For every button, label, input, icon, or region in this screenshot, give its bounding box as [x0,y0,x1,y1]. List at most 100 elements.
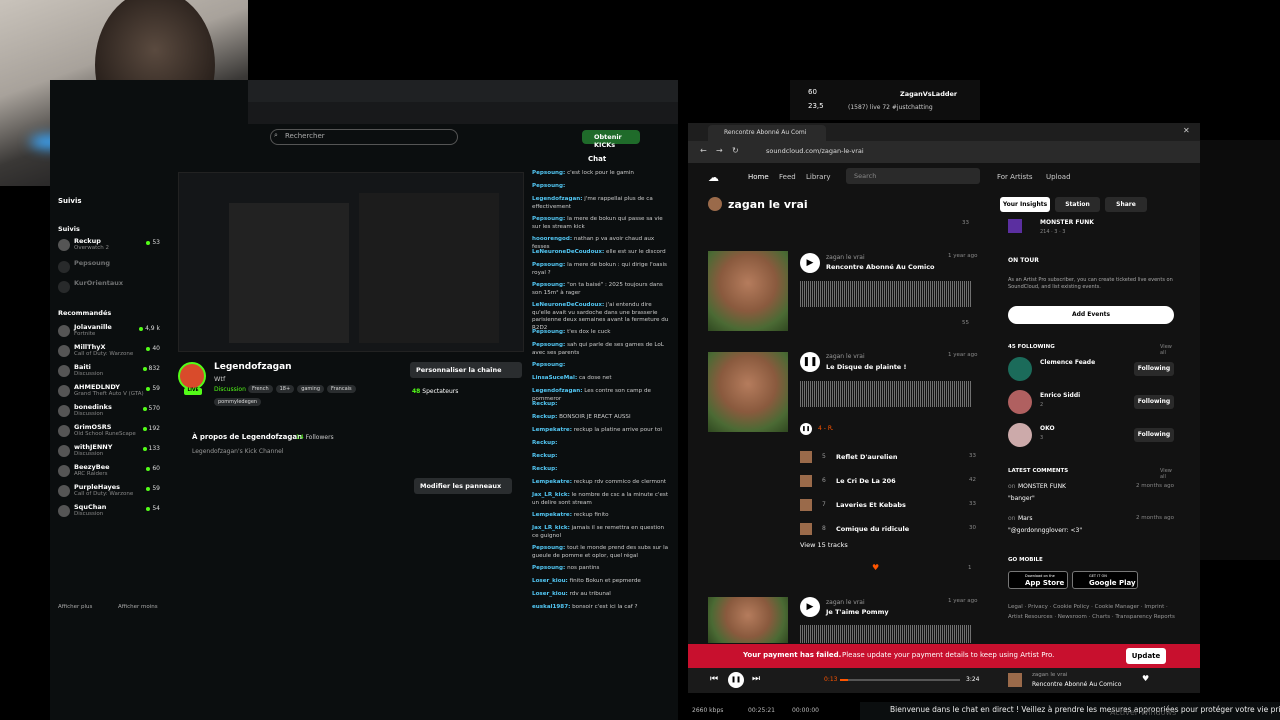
view-tracks-link[interactable]: View 15 tracks [800,541,848,549]
stream-preview[interactable] [178,172,524,352]
chat-username[interactable]: Legendofzagan: [532,388,582,394]
following-button[interactable]: Following [1134,428,1174,442]
chat-username[interactable]: Lempekatre: [532,479,572,485]
track-artwork[interactable] [708,352,788,432]
track-artwork[interactable] [708,251,788,331]
chat-username[interactable]: Reckup: [532,453,557,459]
sidebar-channel[interactable]: KurOrientaux [58,279,160,297]
close-icon[interactable]: ✕ [1183,126,1190,135]
comment-track-link[interactable]: MONSTER FUNK [1018,483,1066,490]
tag[interactable]: gaming [297,385,325,393]
search-input[interactable]: Rechercher [270,129,458,145]
chat-username[interactable]: hooorengod: [532,236,572,242]
app-store-button[interactable]: Download on the App Store [1008,571,1068,589]
following-header[interactable]: Suivis [58,197,82,205]
previous-icon[interactable]: ⏮ [710,674,718,684]
track-artist[interactable]: zagan le vrai [826,254,865,261]
sc-search-input[interactable]: Search [846,168,980,184]
heart-icon[interactable]: ♥ [872,563,879,572]
play-button[interactable]: ▶ [800,253,820,273]
sidebar-channel[interactable]: PurpleHayes Call of Duty: Warzone 59 [58,483,160,501]
chat-username[interactable]: Pepsoung: [532,183,565,189]
google-play-button[interactable]: GET IT ON Google Play [1072,571,1138,589]
chat-username[interactable]: Pepsoung: [532,362,565,368]
waveform[interactable] [800,625,972,643]
chat-username[interactable]: Pepsoung: [532,170,565,176]
playlist-item[interactable]: 8 Comique du ridicule 30 [800,523,976,537]
following-button[interactable]: Following [1134,362,1174,376]
waveform[interactable] [800,381,972,407]
playlist-item[interactable]: 7 Laveries Et Kebabs 33 [800,499,976,513]
track-artist[interactable]: zagan le vrai [826,353,865,360]
chat-username[interactable]: Lempekatre: [532,427,572,433]
show-more-link[interactable]: Afficher plus [58,604,92,610]
track-title[interactable]: Le Disque de plainte ! [826,363,906,371]
chat-username[interactable]: Reckup: [532,440,557,446]
sc-tab[interactable]: Rencontre Abonné Au Comi [708,125,826,141]
chat-username[interactable]: Pepsoung: [532,342,565,348]
sidebar-channel[interactable]: Pepsoung [58,259,160,277]
sidebar-channel[interactable]: AHMEDLNDY Grand Theft Auto V (GTA) 59 [58,383,160,401]
track-artwork[interactable] [708,597,788,643]
customize-channel-button[interactable]: Personnaliser la chaîne [410,362,522,378]
sidebar-channel[interactable]: BeezyBee ARC Raiders 60 [58,463,160,481]
sidebar-channel[interactable]: withJENNY Discussion 133 [58,443,160,461]
chat-username[interactable]: Reckup: [532,401,557,407]
sidebar-channel[interactable]: SquChan Discussion 54 [58,503,160,521]
playlist-item[interactable]: 5 Reflet D'aurelien 33 [800,451,976,465]
url-input[interactable]: soundcloud.com/zagan-le-vrai [766,147,864,155]
chat-username[interactable]: Pepsoung: [532,545,565,551]
chat-username[interactable]: Lempekatre: [532,512,572,518]
chat-username[interactable]: Pepsoung: [532,329,565,335]
tag[interactable]: Francais [327,385,356,393]
sidebar-channel[interactable]: Reckup Overwatch 2 53 [58,237,160,255]
mini-tab[interactable]: (1587) live 72 #justchatting [848,104,933,111]
share-button[interactable]: Share [1105,197,1147,212]
footer-links[interactable]: Legal · Privacy · Cookie Policy · Cookie… [1008,602,1178,622]
tag[interactable]: 18+ [275,385,295,393]
chat-username[interactable]: Pepsoung: [532,282,565,288]
station-button[interactable]: Station [1055,197,1100,212]
playlist-item[interactable]: 6 Le Cri De La 206 42 [800,475,976,489]
following-item[interactable]: OKO 3 Following [1008,423,1174,447]
waveform[interactable] [800,281,972,307]
like-icon[interactable]: ♥ [1142,674,1149,683]
get-kicks-button[interactable]: Obtenir KICKs [582,130,640,149]
comment-track-link[interactable]: Mars [1018,515,1032,522]
now-playing-title[interactable]: Rencontre Abonné Au Comico [1032,681,1121,688]
soundcloud-logo-icon[interactable]: ☁ [708,171,719,184]
track-title[interactable]: Rencontre Abonné Au Comico [826,263,935,271]
pause-button[interactable]: ❚❚ [800,352,820,372]
update-button[interactable]: Update [1126,648,1166,664]
chat-username[interactable]: Loser_kiou: [532,591,568,597]
chat-username[interactable]: Reckup: [532,466,557,472]
chat-username[interactable]: Reckup: [532,414,557,420]
chat-username[interactable]: euskal1987: [532,604,570,610]
back-icon[interactable]: ← [700,146,707,155]
track-title[interactable]: Je T'aime Pommy [826,608,889,616]
insights-button[interactable]: Your Insights [1000,197,1050,212]
show-less-link[interactable]: Afficher moins [118,604,158,610]
play-button[interactable]: ▶ [800,597,820,617]
chat-username[interactable]: LinsaSuceMal: [532,375,577,381]
tag[interactable]: French [248,385,273,393]
sidebar-channel[interactable]: Jolavanille Fortnite 4,9 k [58,323,160,341]
chat-username[interactable]: LeNeuroneDeCoudoux: [532,302,604,308]
following-button[interactable]: Following [1134,395,1174,409]
track-title[interactable]: MONSTER FUNK [1040,219,1094,226]
chat-username[interactable]: LeNeuroneDeCoudoux: [532,249,604,255]
chat-username[interactable]: Pepsoung: [532,565,565,571]
chat-username[interactable]: Jax_LR_kick: [532,492,570,498]
chat-username[interactable]: Loser_kiou: [532,578,568,584]
track-thumb[interactable] [1008,219,1022,233]
following-item[interactable]: Enrico Siddi 2 Following [1008,390,1174,414]
nav-home[interactable]: Home [748,173,769,181]
nav-upload[interactable]: Upload [1046,173,1071,181]
view-all-link[interactable]: View all [1160,468,1178,480]
nav-library[interactable]: Library [806,173,830,181]
now-playing-artist[interactable]: zagan le vrai [1032,672,1067,678]
category-link[interactable]: Discussion [214,386,246,393]
sidebar-channel[interactable]: MillThyX Call of Duty: Warzone 40 [58,343,160,361]
chat-username[interactable]: Pepsoung: [532,216,565,222]
edit-panels-button[interactable]: Modifier les panneaux [414,478,512,494]
